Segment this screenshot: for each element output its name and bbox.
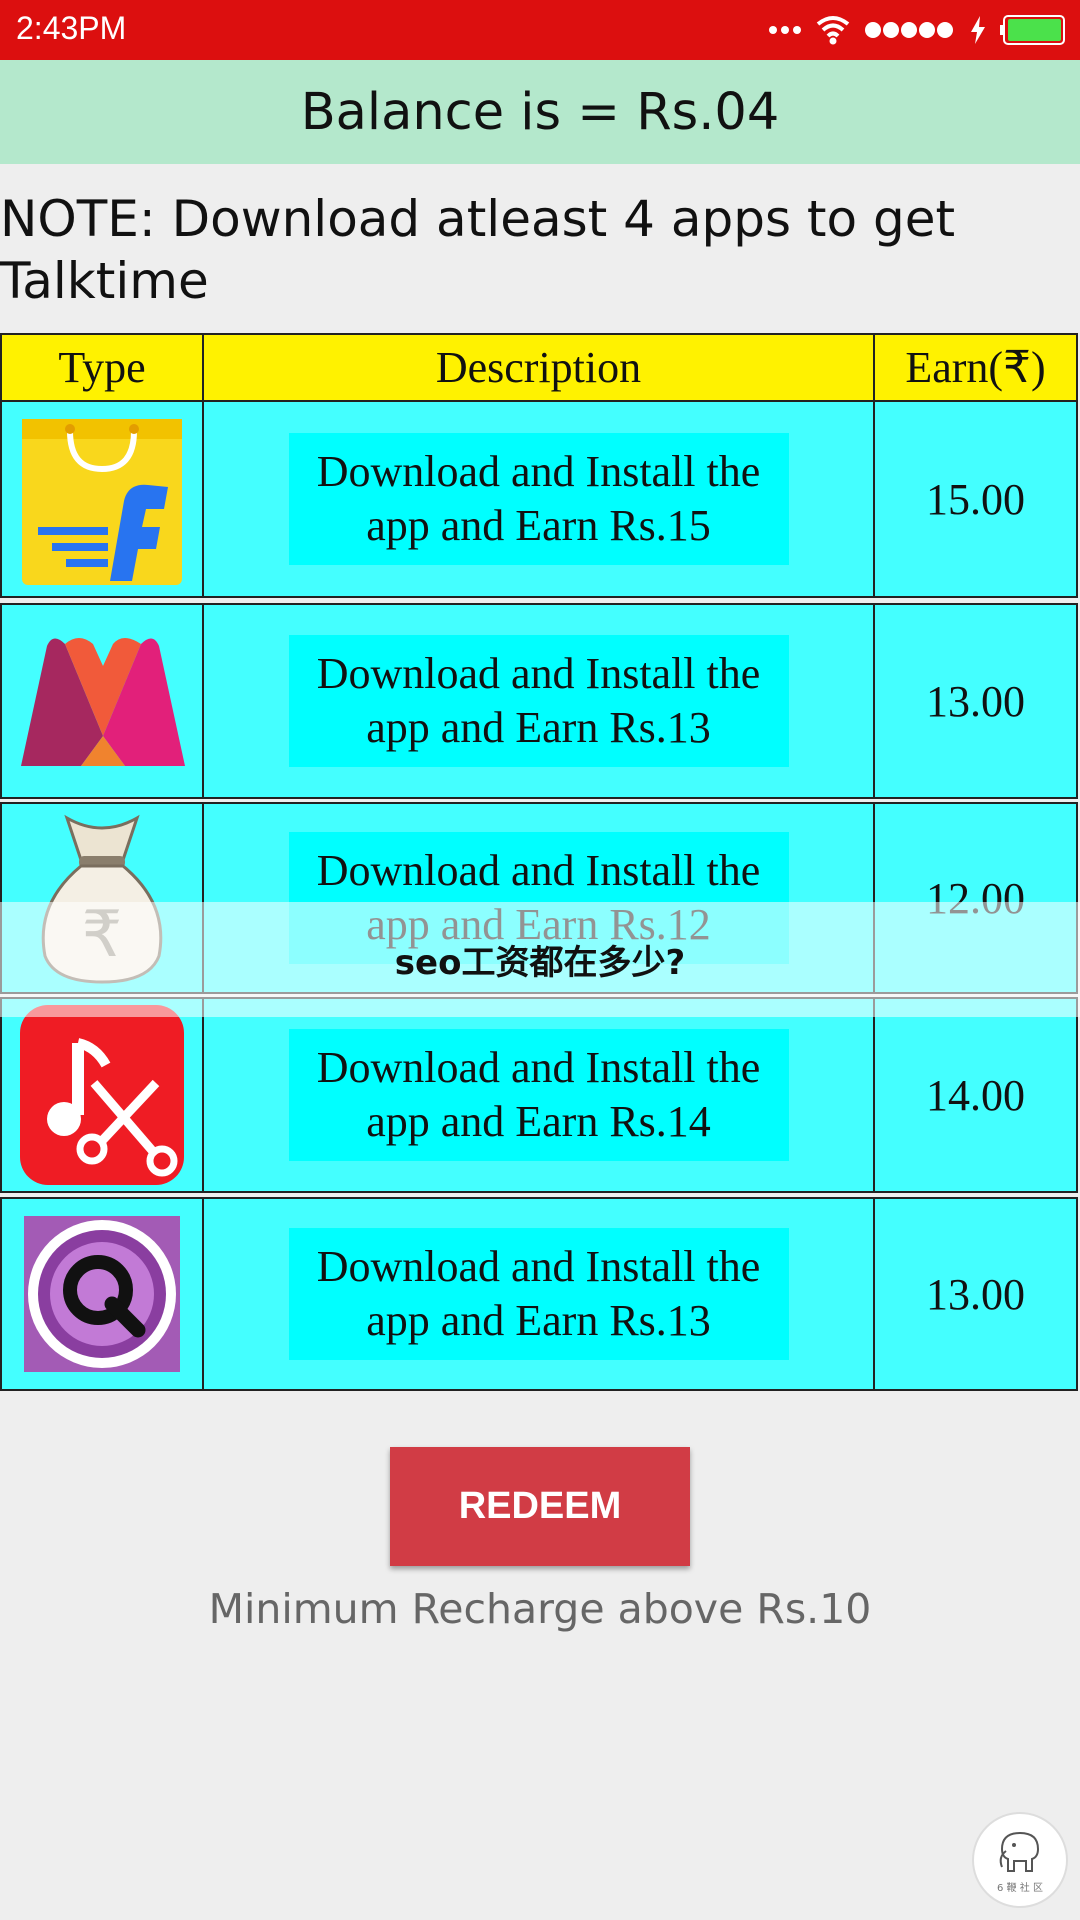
status-time: 2:43PM (16, 10, 127, 46)
offer-icon-cell (2, 402, 204, 596)
offer-earn: 13.00 (926, 1269, 1025, 1319)
balance-bar: Balance is = Rs.04 (0, 60, 1080, 164)
flipkart-icon (22, 419, 182, 585)
watermark-logo: 6 鞭 社 区 (972, 1812, 1068, 1908)
balance-text: Balance is = Rs.04 (300, 82, 780, 142)
redeem-button[interactable]: REDEEM (390, 1447, 690, 1566)
offer-icon-cell (2, 1199, 204, 1389)
more-dots-icon (769, 26, 801, 34)
offers-table-header: Type Description Earn(₹) (0, 333, 1078, 402)
offer-description: Download and Install the app and Earn Rs… (288, 635, 789, 767)
offer-row[interactable]: Download and Install the app and Earn Rs… (0, 997, 1078, 1193)
watermark-text: 6 鞭 社 区 (997, 1882, 1043, 1894)
elephant-icon (999, 1831, 1040, 1872)
offer-description-cell: Download and Install the app and Earn Rs… (204, 605, 875, 797)
offer-row[interactable]: Download and Install the app and Earn Rs… (0, 1197, 1078, 1391)
status-bar: 2:43PM (0, 0, 1080, 60)
minimum-recharge-text: Minimum Recharge above Rs.10 (208, 1585, 872, 1633)
note-text: NOTE: Download atleast 4 apps to get Tal… (0, 190, 956, 310)
offer-earn: 14.00 (926, 1070, 1025, 1120)
header-description: Description (204, 335, 875, 400)
signal-icon (865, 22, 953, 38)
offer-description-cell: Download and Install the app and Earn Rs… (204, 999, 875, 1191)
overlay-banner-text: seo工资都在多少? (394, 943, 686, 983)
offer-description: Download and Install the app and Earn Rs… (288, 1228, 789, 1360)
offer-description-cell: Download and Install the app and Earn Rs… (204, 402, 875, 596)
charging-icon (971, 16, 985, 44)
quicktime-icon (24, 1216, 180, 1372)
overlay-banner[interactable]: seo工资都在多少? (0, 902, 1080, 1017)
myntra-icon (21, 638, 185, 766)
offer-description: Download and Install the app and Earn Rs… (288, 1029, 789, 1161)
offer-row[interactable]: Download and Install the app and Earn Rs… (0, 400, 1078, 598)
music-cutter-icon (20, 1005, 184, 1185)
offer-row[interactable]: Download and Install the app and Earn Rs… (0, 603, 1078, 799)
offer-icon-cell (2, 605, 204, 797)
wifi-icon (816, 16, 850, 45)
status-icons (768, 13, 1066, 47)
header-type: Type (2, 335, 204, 400)
offer-description: Download and Install the app and Earn Rs… (288, 433, 789, 565)
offer-earn: 15.00 (926, 474, 1025, 524)
header-earn: Earn(₹) (905, 343, 1046, 392)
offer-icon-cell (2, 999, 204, 1191)
battery-icon (1000, 15, 1065, 45)
offer-description-cell: Download and Install the app and Earn Rs… (204, 1199, 875, 1389)
offer-earn: 13.00 (926, 676, 1025, 726)
